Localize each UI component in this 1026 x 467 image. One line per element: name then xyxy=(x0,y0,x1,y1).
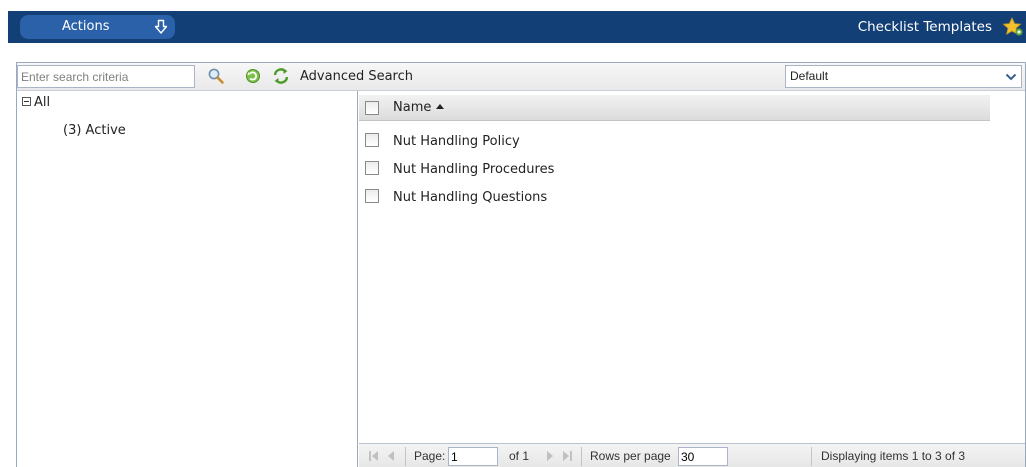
advanced-search-link[interactable]: Advanced Search xyxy=(300,63,413,91)
last-page-icon[interactable] xyxy=(562,450,572,462)
app-header: Actions Checklist Templates xyxy=(8,11,1026,43)
page-label: Page: xyxy=(414,449,446,463)
search-input[interactable] xyxy=(17,65,195,88)
view-select-value: Default xyxy=(790,69,829,83)
row-name: Nut Handling Policy xyxy=(393,134,520,149)
refresh-icon[interactable] xyxy=(244,67,262,85)
templates-grid: Name Nut Handling Policy Nut Handling Pr… xyxy=(359,91,1025,467)
sort-ascending-icon xyxy=(436,104,445,109)
pager-status: Displaying items 1 to 3 of 3 xyxy=(821,449,966,463)
arrow-down-icon xyxy=(154,19,168,34)
pager: Page: of 1 Rows per page Displaying item… xyxy=(359,443,1025,467)
toolbar: Advanced Search Default xyxy=(17,63,1025,91)
view-select[interactable]: Default xyxy=(785,65,1022,88)
column-header-name[interactable]: Name xyxy=(393,95,445,121)
favorite-star-icon[interactable] xyxy=(1002,17,1024,37)
rows-per-page-input[interactable] xyxy=(678,447,728,466)
table-row[interactable]: Nut Handling Procedures xyxy=(359,156,990,184)
tree-node-all-label: All xyxy=(34,95,51,110)
column-header-name-label: Name xyxy=(393,100,432,115)
select-all-checkbox[interactable] xyxy=(365,101,379,115)
tree-node-active[interactable]: (3) Active xyxy=(63,123,126,139)
sync-icon[interactable] xyxy=(272,67,290,85)
row-checkbox[interactable] xyxy=(365,133,379,147)
row-name: Nut Handling Questions xyxy=(393,190,548,205)
rows-per-page-label: Rows per page xyxy=(590,449,671,463)
chevron-down-icon[interactable] xyxy=(1001,66,1021,87)
pager-divider xyxy=(581,447,582,466)
page-title: Checklist Templates xyxy=(857,19,992,35)
actions-button-label: Actions xyxy=(62,19,110,34)
next-page-icon[interactable] xyxy=(545,450,555,462)
first-page-icon[interactable] xyxy=(369,450,379,462)
row-name: Nut Handling Procedures xyxy=(393,162,555,177)
main-panel: Advanced Search Default All (3) Active N… xyxy=(16,62,1026,467)
table-row[interactable]: Nut Handling Policy xyxy=(359,128,990,156)
page-number-input[interactable] xyxy=(448,447,498,466)
category-tree: All (3) Active xyxy=(17,91,358,467)
pager-divider xyxy=(811,447,812,466)
search-icon[interactable] xyxy=(207,67,225,85)
table-row[interactable]: Nut Handling Questions xyxy=(359,184,990,212)
collapse-icon[interactable] xyxy=(22,97,31,106)
pager-divider xyxy=(405,447,406,466)
previous-page-icon[interactable] xyxy=(386,450,396,462)
tree-node-all[interactable]: All xyxy=(22,95,50,111)
page-count-label: of 1 xyxy=(509,449,530,463)
actions-button[interactable]: Actions xyxy=(20,15,175,39)
row-checkbox[interactable] xyxy=(365,189,379,203)
grid-header: Name xyxy=(359,95,990,121)
row-checkbox[interactable] xyxy=(365,161,379,175)
